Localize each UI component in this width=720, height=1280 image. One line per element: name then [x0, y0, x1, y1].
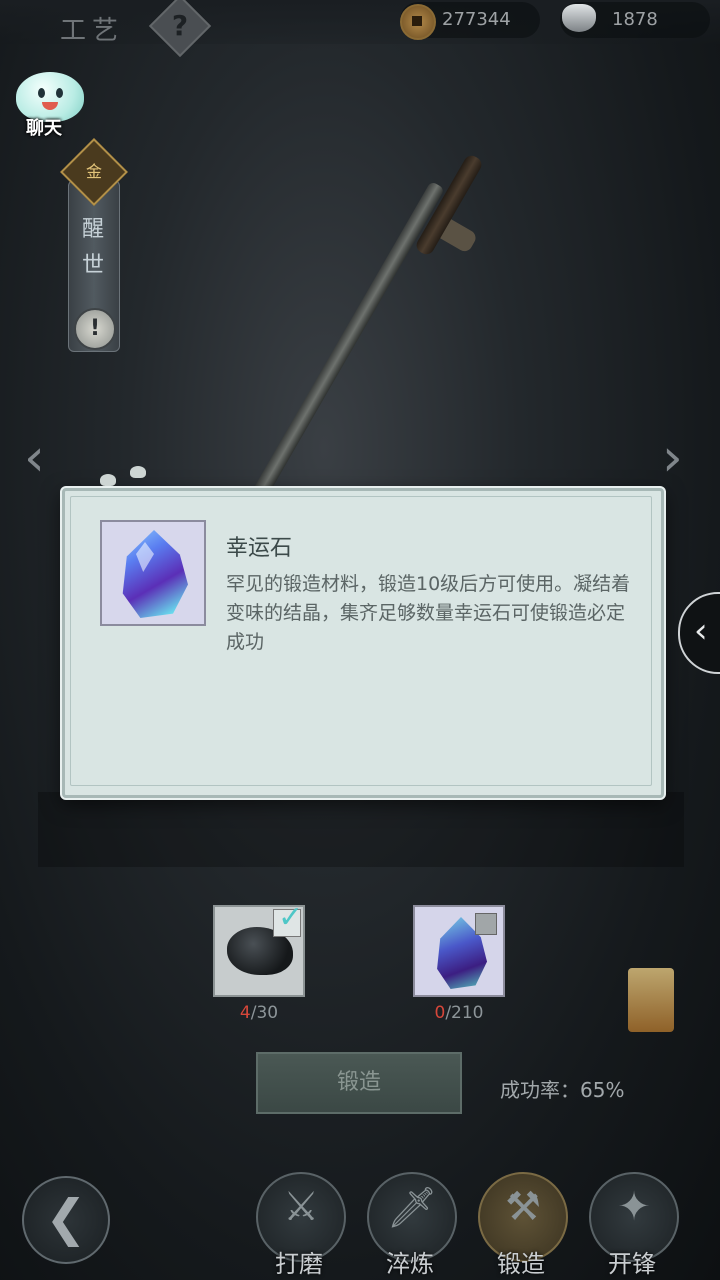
weapon-name: 醒 世	[78, 212, 108, 284]
lucky-stone-icon	[122, 530, 188, 618]
sharpen-icon: ✦	[617, 1184, 651, 1230]
material-slot-ore[interactable]: ✓	[213, 900, 305, 997]
lantern-decoration	[628, 968, 674, 1032]
bird-decoration-icon	[100, 474, 116, 486]
back-button[interactable]: ❮	[22, 1176, 110, 1264]
item-description: 罕见的锻造材料，锻造10级后方可使用。凝结着变味的结晶，集齐足够数量幸运石可使锻…	[226, 573, 631, 653]
material-count-lucky-stone: 0/210	[399, 1003, 519, 1023]
side-panel-toggle[interactable]: ‹	[678, 592, 720, 674]
silver-value: 1878	[612, 9, 658, 30]
chat-mouth-icon	[42, 102, 58, 110]
copper-coin-value: 277344	[442, 9, 511, 30]
grind-icon: ⚔	[283, 1184, 319, 1230]
tab-sharpen-label: 开锋	[608, 1250, 656, 1278]
material-need: /210	[445, 1003, 484, 1023]
copper-coin-icon	[400, 4, 436, 40]
checkbox-checked[interactable]: ✓	[273, 900, 303, 937]
tab-forge-label: 锻造	[497, 1250, 545, 1278]
material-need: /30	[250, 1003, 279, 1023]
question-icon: ?	[171, 9, 189, 42]
chat-label: 聊天	[26, 118, 62, 139]
temper-icon: 🗡	[386, 1185, 438, 1231]
forge-button-label: 锻造	[336, 1070, 381, 1095]
material-count-ore: 4/30	[199, 1003, 319, 1023]
weapon-name-char: 世	[81, 253, 104, 278]
tab-grind-label: 打磨	[275, 1250, 323, 1278]
hammer-icon: ⚒	[505, 1184, 541, 1230]
material-have: 4	[239, 1003, 251, 1023]
item-icon-frame	[100, 520, 206, 626]
material-have: 0	[434, 1003, 446, 1023]
tab-temper-label: 淬炼	[386, 1250, 434, 1278]
weapon-name-char: 醒	[81, 217, 104, 242]
material-panel	[38, 792, 684, 867]
silver-ingot-icon	[562, 4, 596, 32]
success-rate: 成功率：65%	[500, 1078, 625, 1102]
chat-eye-icon	[38, 88, 45, 98]
checkbox-unchecked[interactable]	[475, 913, 497, 935]
page-title: 工艺	[60, 16, 125, 46]
bird-decoration-icon	[130, 466, 146, 478]
material-slot-lucky-stone[interactable]	[413, 905, 505, 997]
grade-char: 金	[85, 162, 102, 181]
check-icon: ✓	[278, 900, 304, 935]
prev-weapon-arrow[interactable]: ‹	[24, 432, 45, 484]
item-name: 幸运石	[226, 536, 293, 561]
forge-button[interactable]: 锻造	[256, 1052, 462, 1114]
next-weapon-arrow[interactable]: ›	[662, 432, 683, 484]
chat-eye-icon	[56, 88, 63, 98]
warning-icon[interactable]: !	[74, 308, 116, 350]
